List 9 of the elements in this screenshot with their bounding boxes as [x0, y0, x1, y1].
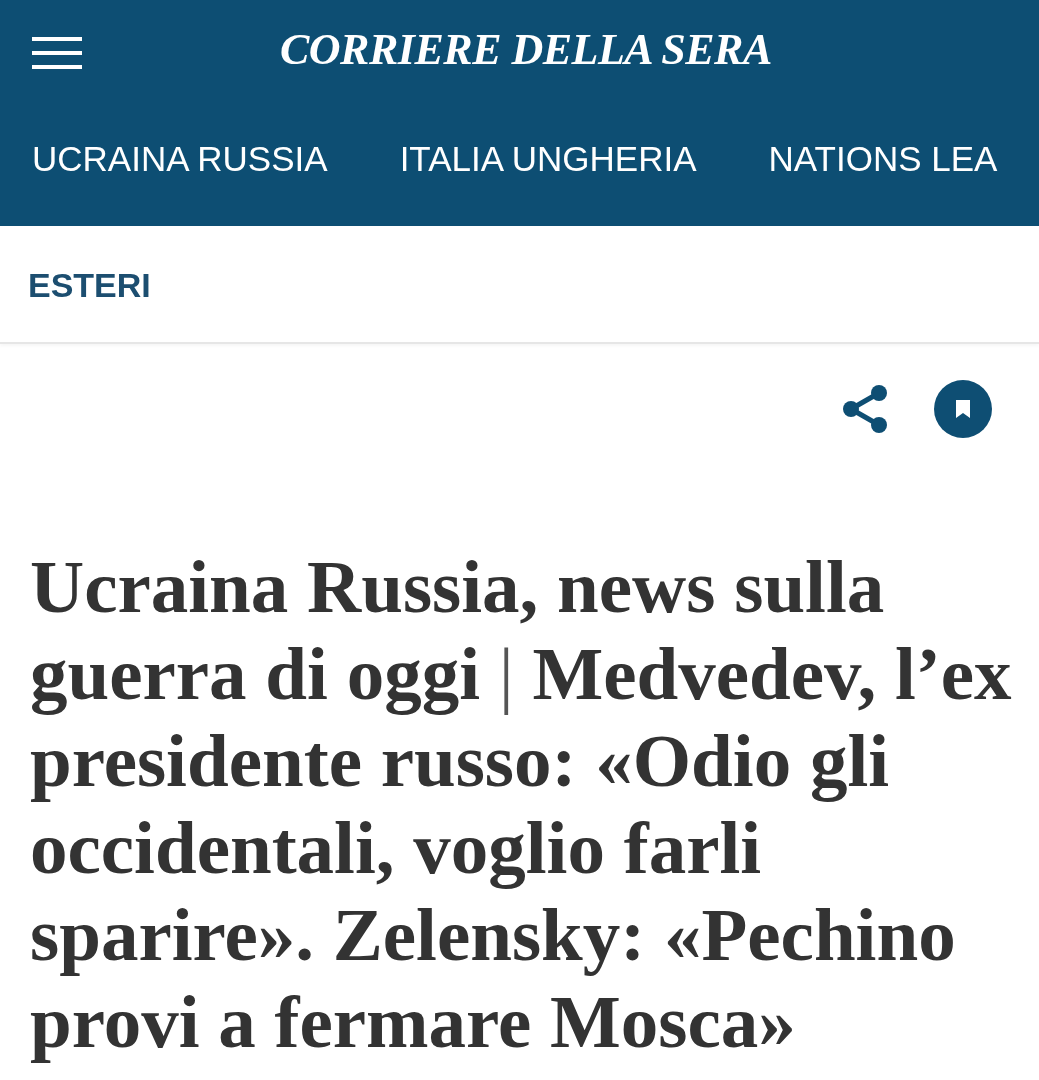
nav-tab[interactable]: UCRAINA RUSSIA	[32, 138, 328, 180]
bookmark-icon[interactable]	[934, 380, 992, 438]
nav-tab[interactable]: ITALIA UNGHERIA	[399, 138, 697, 180]
nav-tab[interactable]: NATIONS LEA	[768, 138, 998, 180]
menu-icon[interactable]	[32, 37, 82, 69]
section-link[interactable]: ESTERI	[28, 264, 151, 306]
logo[interactable]: CORRIERE DELLA SERA	[280, 24, 772, 77]
article-headline: Ucraina Russia, news sulla guerra di oggi | Medvedev, l’ex presidente russo: «Odio gli occidentali, voglio farli sparire». Zelensky: «Pechino provi a fermare Mosca»	[30, 544, 1013, 1065]
share-icon[interactable]	[842, 384, 888, 434]
